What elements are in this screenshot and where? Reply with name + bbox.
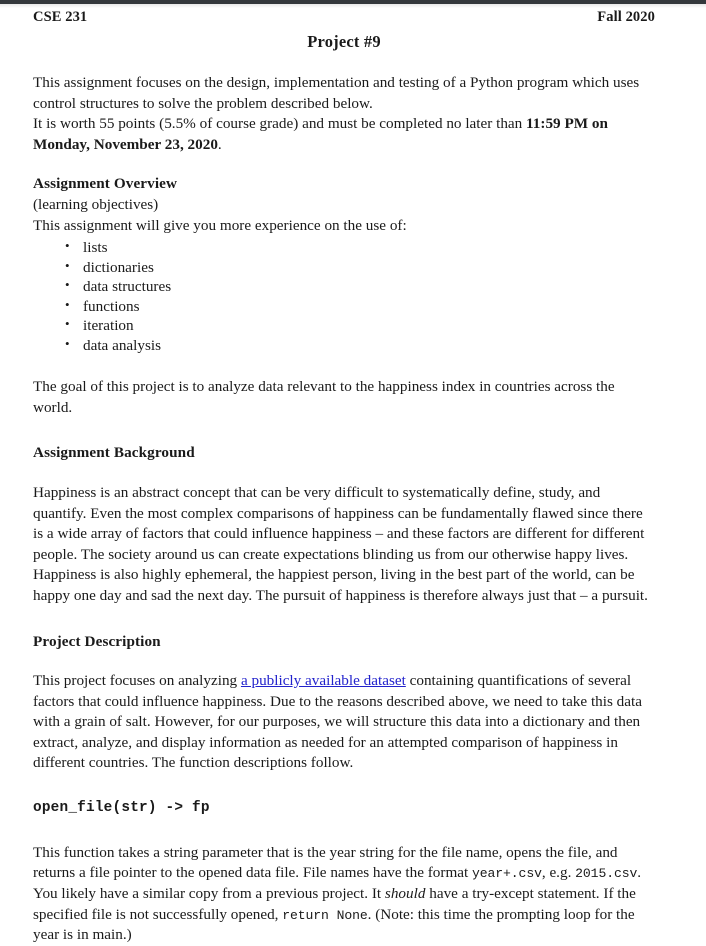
heading-assignment-background: Assignment Background	[33, 444, 195, 462]
description-text-before-link: This project focuses on analyzing	[33, 672, 241, 690]
document-body: CSE 231 Fall 2020 Project #9 This assign…	[33, 8, 655, 946]
overview-subtitle: (learning objectives)	[33, 195, 159, 213]
code-file-example: 2015.csv	[575, 866, 638, 882]
project-goal-paragraph: The goal of this project is to analyze d…	[33, 378, 615, 416]
func-desc-part-2: , e.g.	[541, 864, 576, 882]
function-signature-open-file: open_file(str) -> fp	[33, 800, 210, 817]
heading-assignment-overview: Assignment Overview	[33, 175, 178, 193]
learning-objectives-list: lists dictionaries data structures funct…	[33, 237, 655, 356]
emphasis-should: should	[384, 884, 426, 902]
description-paragraph: This project focuses on analyzing a publ…	[33, 671, 655, 774]
running-head: CSE 231 Fall 2020	[33, 9, 655, 26]
list-item: data analysis	[33, 335, 655, 356]
due-suffix: .	[217, 135, 222, 153]
term-label: Fall 2020	[597, 9, 655, 25]
overview-lead: This assignment will give you more exper…	[33, 216, 407, 234]
intro-paragraph-2: It is worth 55 points (5.5% of course gr…	[33, 114, 655, 155]
function-description-paragraph: This function takes a string parameter t…	[33, 843, 655, 946]
background-paragraph: Happiness is an abstract concept that ca…	[33, 483, 648, 604]
dataset-link[interactable]: a publicly available dataset	[241, 672, 406, 689]
code-file-format: year+.csv	[472, 866, 542, 882]
document-page: CSE 231 Fall 2020 Project #9 This assign…	[0, 0, 706, 943]
code-return-none: return None	[282, 907, 368, 923]
list-item: dictionaries	[33, 257, 655, 278]
due-prefix: It is worth 55 points (5.5% of course gr…	[33, 115, 527, 133]
course-code: CSE 231	[33, 9, 88, 25]
list-item: functions	[33, 296, 655, 317]
list-item: iteration	[33, 315, 655, 336]
list-item: lists	[33, 237, 655, 258]
page-title: Project #9	[307, 32, 381, 51]
heading-project-description: Project Description	[33, 632, 161, 650]
intro-paragraph-1: This assignment focuses on the design, i…	[33, 74, 640, 112]
list-item: data structures	[33, 276, 655, 297]
